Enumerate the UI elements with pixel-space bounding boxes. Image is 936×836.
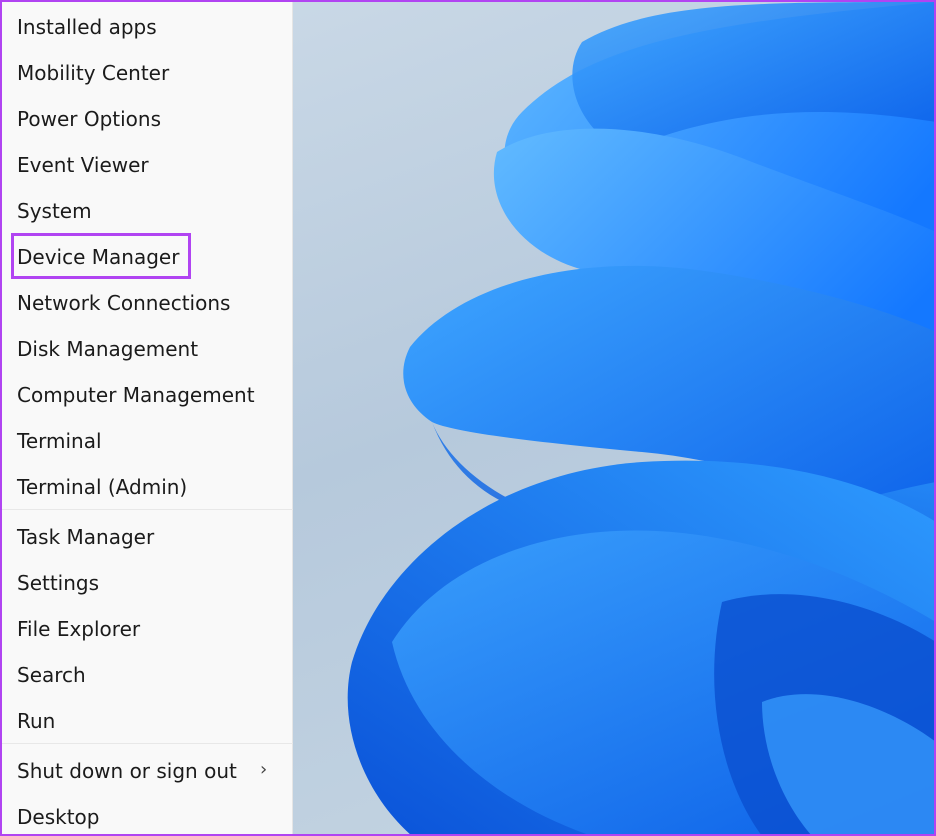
- menu-item-terminal[interactable]: Terminal: [2, 421, 293, 461]
- menu-item-terminal-admin[interactable]: Terminal (Admin): [2, 467, 293, 507]
- menu-item-event-viewer[interactable]: Event Viewer: [2, 145, 293, 185]
- menu-item-installed-apps[interactable]: Installed apps: [2, 7, 293, 47]
- menu-item-system[interactable]: System: [2, 191, 293, 231]
- chevron-right-icon: ›: [260, 759, 268, 780]
- bloom-wallpaper-icon: [347, 2, 934, 834]
- menu-item-search[interactable]: Search: [2, 655, 293, 695]
- menu-item-task-manager[interactable]: Task Manager: [2, 517, 293, 557]
- desktop-wallpaper: [292, 2, 934, 834]
- menu-item-shut-down-or-sign-out[interactable]: Shut down or sign out: [2, 751, 293, 791]
- menu-item-mobility-center[interactable]: Mobility Center: [2, 53, 293, 93]
- winx-context-menu: Installed apps Mobility Center Power Opt…: [2, 2, 293, 834]
- menu-item-device-manager[interactable]: Device Manager: [2, 237, 293, 277]
- menu-item-disk-management[interactable]: Disk Management: [2, 329, 293, 369]
- menu-divider: [2, 743, 293, 744]
- menu-item-run[interactable]: Run: [2, 701, 293, 741]
- menu-item-computer-management[interactable]: Computer Management: [2, 375, 293, 415]
- menu-item-power-options[interactable]: Power Options: [2, 99, 293, 139]
- screenshot-frame: Installed apps Mobility Center Power Opt…: [0, 0, 936, 836]
- menu-item-desktop[interactable]: Desktop: [2, 797, 293, 834]
- menu-item-settings[interactable]: Settings: [2, 563, 293, 603]
- menu-item-network-connections[interactable]: Network Connections: [2, 283, 293, 323]
- menu-divider: [2, 509, 293, 510]
- menu-item-file-explorer[interactable]: File Explorer: [2, 609, 293, 649]
